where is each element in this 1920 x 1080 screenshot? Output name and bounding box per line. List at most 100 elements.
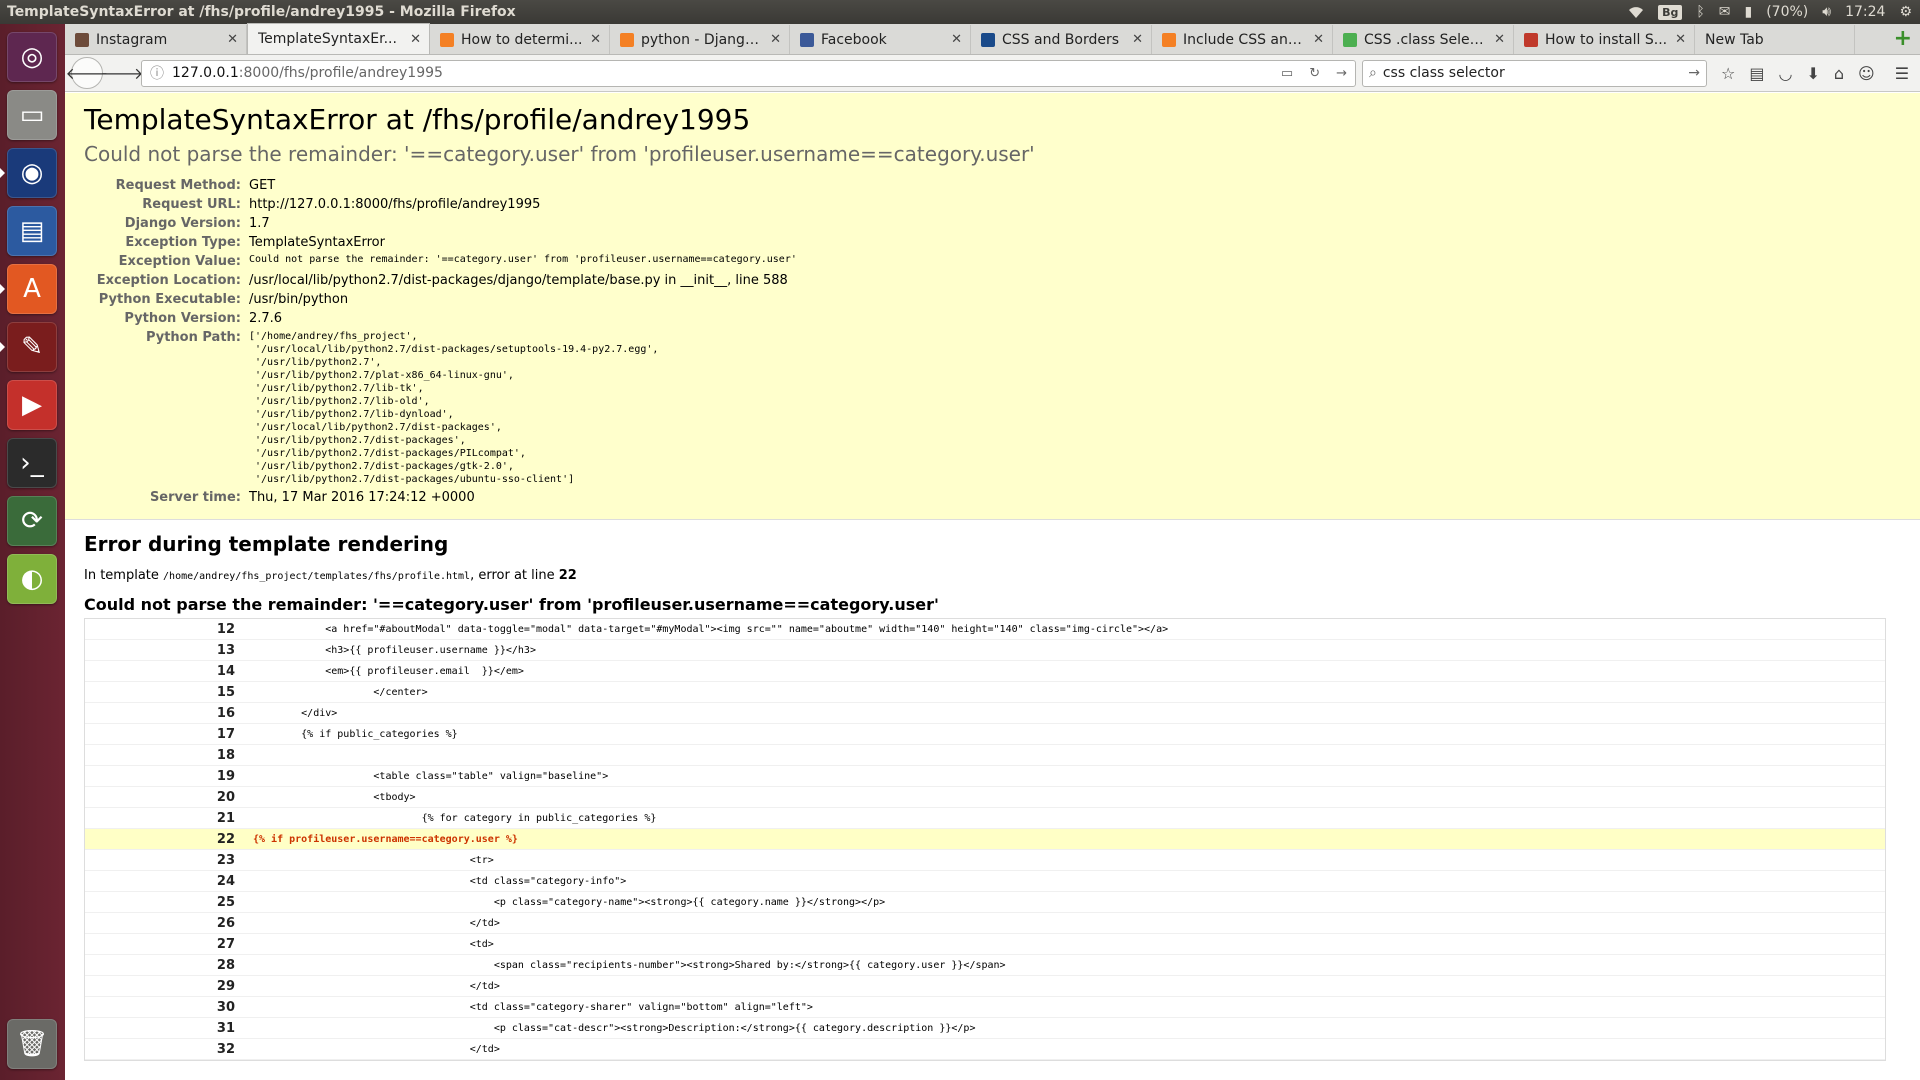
code-line: 20 <tbody> — [85, 787, 1885, 808]
forward-button[interactable]: 🡒 — [101, 60, 144, 86]
window-title: TemplateSyntaxError at /fhs/profile/andr… — [7, 4, 516, 20]
pocket-icon[interactable]: ◡ — [1778, 64, 1792, 83]
tab-close-icon[interactable]: ✕ — [770, 32, 781, 47]
tab-close-icon[interactable]: ✕ — [951, 32, 962, 47]
code-line: 18 — [85, 745, 1885, 766]
launcher-trash[interactable]: 🗑︎ — [7, 1019, 57, 1069]
battery-percentage[interactable]: (70%) — [1766, 4, 1808, 20]
tab-label: Facebook — [821, 31, 887, 48]
url-bar[interactable]: ⓘ 127.0.0.1:8000/fhs/profile/andrey1995 … — [141, 59, 1356, 87]
tab-label: How to install S... — [1545, 31, 1668, 48]
tab-close-icon[interactable]: ✕ — [410, 32, 421, 47]
tab-label: CSS and Borders — [1002, 31, 1120, 48]
meta-row-python-path: Python Path: ['/home/andrey/fhs_project'… — [84, 328, 797, 488]
download-icon[interactable]: ⬇ — [1806, 64, 1819, 83]
tab-label: Include CSS and... — [1183, 31, 1308, 48]
gear-icon[interactable]: ⚙ — [1899, 4, 1912, 20]
launcher-writer[interactable]: ▤ — [7, 206, 57, 256]
browser-tab[interactable]: Include CSS and... ✕ — [1152, 25, 1333, 54]
volume-icon[interactable]: 🔊︎ — [1822, 4, 1831, 20]
tab-label: python - Django... — [641, 31, 765, 48]
tab-close-icon[interactable]: ✕ — [590, 32, 601, 47]
keyboard-layout-indicator[interactable]: Bg — [1658, 4, 1683, 20]
launcher-youtube[interactable]: ▶ — [7, 380, 57, 430]
tab-close-icon[interactable]: ✕ — [1313, 32, 1324, 47]
meta-label: Server time: — [149, 490, 241, 505]
go-arrow-icon[interactable]: → — [1336, 66, 1347, 81]
browser-tab[interactable]: Instagram ✕ — [65, 25, 247, 54]
code-line: 21 {% for category in public_categories … — [85, 808, 1885, 829]
browser-tab[interactable]: New Tab — [1695, 25, 1855, 54]
mail-icon[interactable]: ✉ — [1719, 4, 1731, 20]
line-number: 28 — [216, 957, 235, 973]
error-summary: TemplateSyntaxError at /fhs/profile/andr… — [65, 93, 1920, 520]
meta-value: GET — [249, 178, 276, 193]
meta-label: Request URL: — [142, 197, 241, 212]
new-tab-plus-icon[interactable]: + — [1894, 28, 1912, 50]
chat-icon[interactable]: ☺ — [1858, 64, 1875, 83]
settings-icon: ✎ — [21, 332, 43, 362]
line-number: 27 — [216, 936, 235, 952]
launcher-system-settings[interactable]: ✎ — [7, 322, 57, 372]
terminal-icon: ›_ — [20, 448, 44, 478]
navigation-toolbar: 🡐 🡒 ⓘ 127.0.0.1:8000/fhs/profile/andrey1… — [65, 55, 1920, 92]
meta-row: Exception Location: /usr/local/lib/python… — [84, 271, 797, 290]
code-text: <tbody> — [253, 791, 416, 803]
battery-icon[interactable]: ▮ — [1744, 4, 1752, 20]
bookmarks-menu-icon[interactable]: ▤ — [1749, 64, 1764, 83]
meta-value[interactable]: http://127.0.0.1:8000/fhs/profile/andrey… — [249, 195, 797, 214]
wifi-icon[interactable] — [1628, 5, 1644, 19]
bookmark-star-icon[interactable]: ☆ — [1721, 64, 1735, 83]
launcher-software-updater[interactable]: ⟳ — [7, 496, 57, 546]
stackoverflow-icon — [620, 32, 634, 47]
meta-row: Request URL: http://127.0.0.1:8000/fhs/pr… — [84, 195, 797, 214]
browser-tab[interactable]: Facebook ✕ — [790, 25, 971, 54]
line-number: 32 — [216, 1041, 235, 1057]
search-icon: ⌕ — [1369, 65, 1377, 81]
tab-close-icon[interactable]: ✕ — [1494, 32, 1505, 47]
site-icon — [981, 32, 995, 47]
launcher-files[interactable]: ▭ — [7, 90, 57, 140]
line-number: 26 — [216, 915, 235, 931]
arrow-right-icon: 🡒 — [100, 64, 144, 83]
running-indicator — [0, 284, 5, 294]
home-icon[interactable]: ⌂ — [1834, 64, 1844, 83]
tab-close-icon[interactable]: ✕ — [1675, 32, 1686, 47]
browser-tab[interactable]: TemplateSyntaxEr... ✕ — [247, 23, 430, 54]
browser-tab[interactable]: How to install S... ✕ — [1514, 25, 1695, 54]
code-line: 25 <p class="category-name"><strong>{{ c… — [85, 892, 1885, 913]
launcher-dash-home[interactable]: ◎ — [7, 32, 57, 82]
tab-close-icon[interactable]: ✕ — [1132, 32, 1143, 47]
info-icon[interactable]: ⓘ — [150, 63, 164, 83]
toolbar-buttons: ☆ ▤ ◡ ⬇ ⌂ ☺ ☰ — [1721, 64, 1909, 83]
code-line: 24 <td class="category-info"> — [85, 871, 1885, 892]
line-number: 29 — [216, 978, 235, 994]
launcher-terminal[interactable]: ›_ — [7, 438, 57, 488]
url-host: 127.0.0.1 — [172, 65, 239, 81]
menu-hamburger-icon[interactable]: ☰ — [1895, 64, 1909, 83]
browser-tab[interactable]: CSS and Borders ✕ — [971, 25, 1152, 54]
code-line: 14 <em>{{ profileuser.email }}</em> — [85, 661, 1885, 682]
line-number: 20 — [216, 789, 235, 805]
browser-tab[interactable]: How to determi... ✕ — [430, 25, 610, 54]
code-line: 17 {% if public_categories %} — [85, 724, 1885, 745]
meta-row: Python Version: 2.7.6 — [84, 309, 797, 328]
clock[interactable]: 17:24 — [1845, 4, 1885, 20]
firefox-window: Instagram ✕ TemplateSyntaxEr... ✕ How to det… — [65, 23, 1920, 1080]
reader-view-icon[interactable]: ▭ — [1281, 66, 1293, 81]
code-text: </center> — [253, 686, 428, 698]
meta-label: Python Version: — [124, 311, 241, 326]
back-button[interactable]: 🡐 — [66, 57, 108, 89]
reload-icon[interactable]: ↻ — [1309, 66, 1320, 81]
browser-tab[interactable]: python - Django... ✕ — [610, 25, 790, 54]
bluetooth-icon[interactable]: ᛒ — [1696, 4, 1704, 20]
launcher-software-center[interactable]: A — [7, 264, 57, 314]
code-text: <td> — [253, 938, 494, 950]
browser-tab[interactable]: CSS .class Selec... ✕ — [1333, 25, 1514, 54]
tab-close-icon[interactable]: ✕ — [227, 32, 238, 47]
search-bar[interactable]: ⌕ css class selector → — [1362, 59, 1707, 87]
launcher-app[interactable]: ◐ — [7, 554, 57, 604]
search-go-icon[interactable]: → — [1688, 65, 1700, 81]
launcher-firefox[interactable]: ◉ — [7, 148, 57, 198]
search-input[interactable]: css class selector — [1383, 65, 1505, 81]
